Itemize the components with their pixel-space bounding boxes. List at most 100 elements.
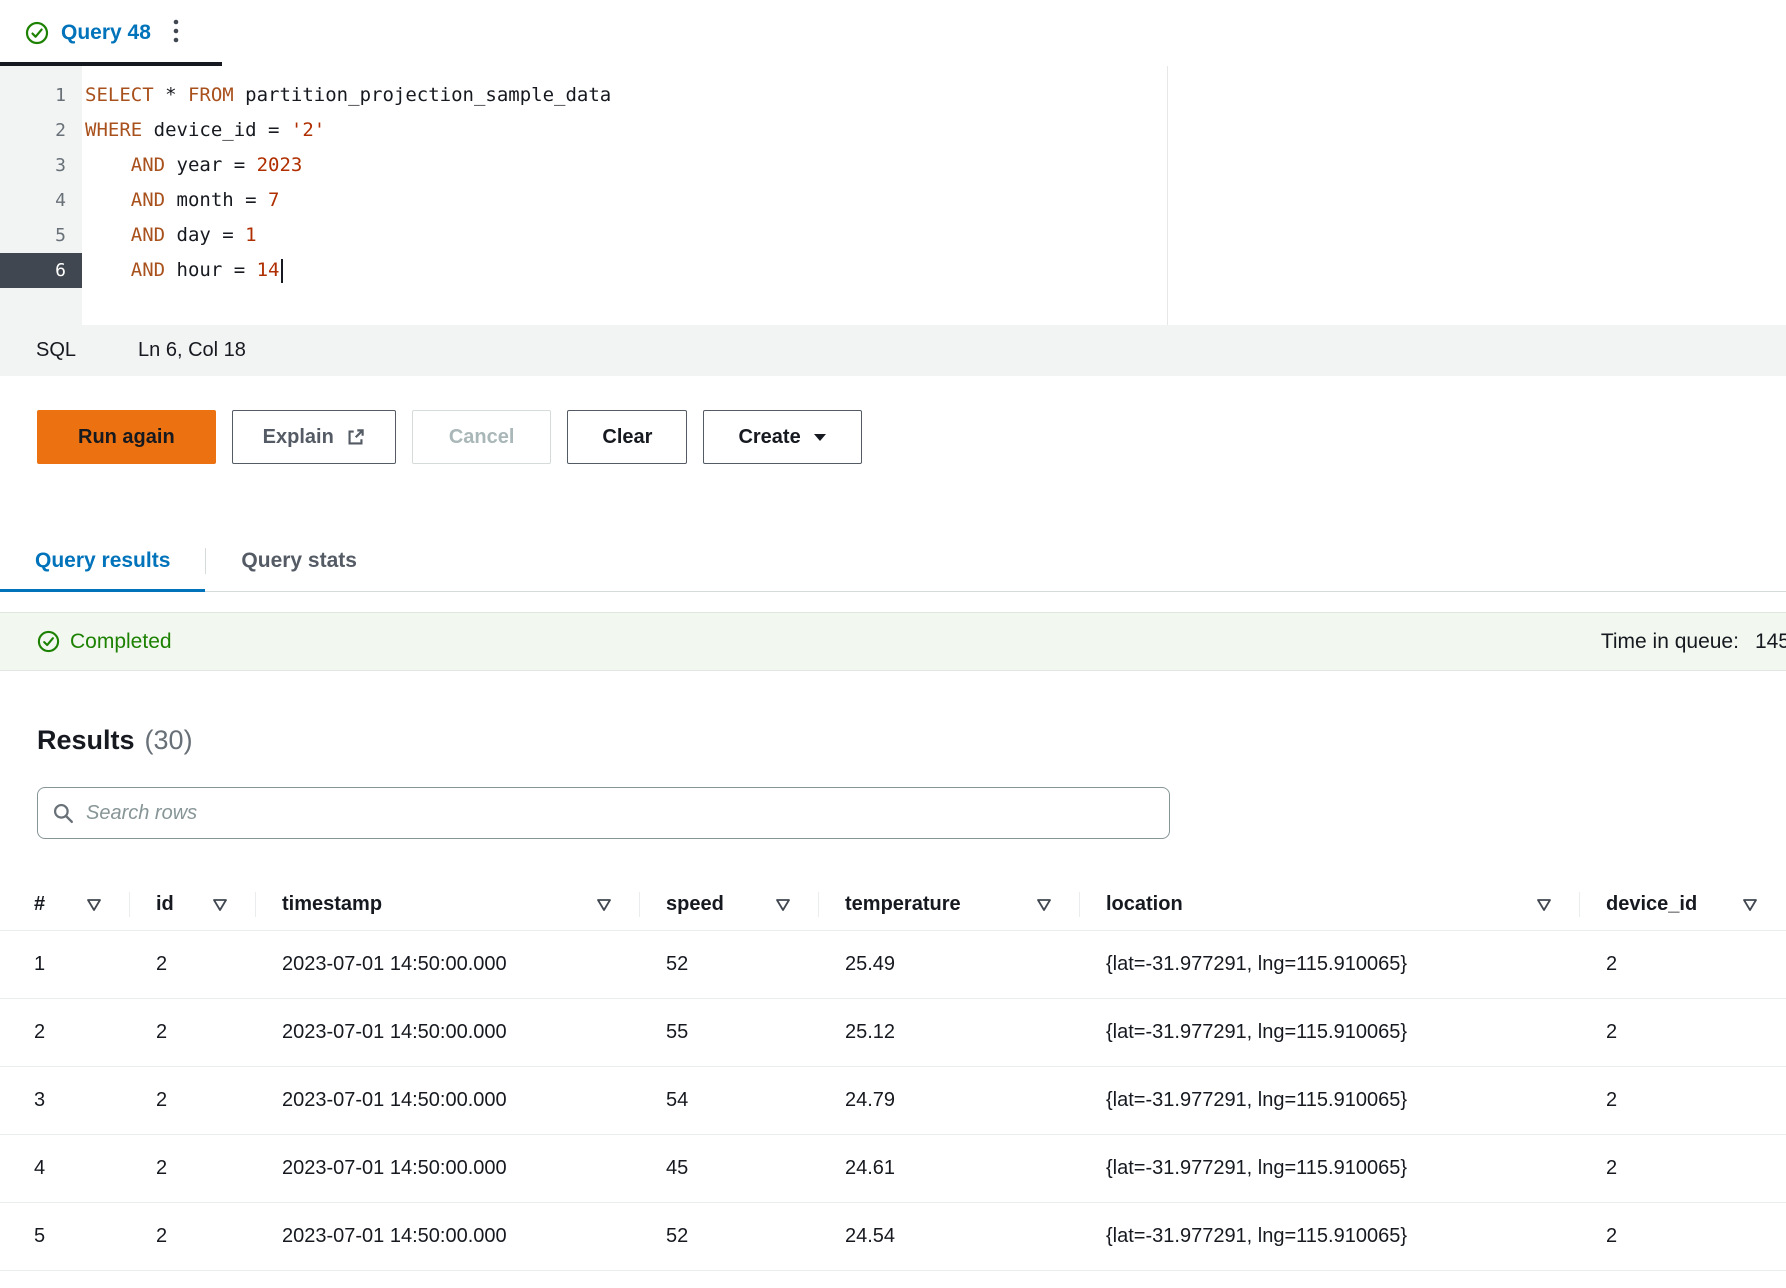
code-token: month =	[165, 189, 268, 211]
table-cell: 54	[640, 1067, 819, 1134]
column-header-speed: speed	[640, 879, 819, 930]
table-cell: {lat=-31.977291, lng=115.910065}	[1080, 999, 1580, 1066]
code-token: year =	[165, 154, 257, 176]
code-token: SELECT	[85, 84, 154, 106]
code-token: day =	[165, 224, 245, 246]
tab-query[interactable]: Query 48	[0, 0, 151, 66]
table-cell: 2	[1580, 931, 1786, 998]
results-tab-bar: Query results Query stats	[0, 530, 1786, 592]
query-toolbar: Run again Explain Cancel Clear Create	[0, 376, 1786, 530]
run-again-button[interactable]: Run again	[37, 410, 216, 464]
external-link-icon	[346, 428, 365, 447]
time-in-queue: Time in queue:145	[1601, 630, 1786, 654]
code-token	[85, 154, 131, 176]
code-token: AND	[131, 259, 165, 281]
code-token: AND	[131, 189, 165, 211]
table-cell: {lat=-31.977291, lng=115.910065}	[1080, 1203, 1580, 1270]
tab-query-results[interactable]: Query results	[0, 530, 205, 591]
filter-icon[interactable]	[86, 898, 102, 912]
table-cell: 2	[130, 1203, 256, 1270]
tab-menu-button[interactable]	[165, 0, 187, 66]
line-number: 1	[0, 78, 82, 113]
code-line: AND year = 2023	[85, 148, 1786, 183]
column-header-id: id	[130, 879, 256, 930]
line-number: 5	[0, 218, 82, 253]
table-cell: 52	[640, 931, 819, 998]
results-count: (30)	[145, 725, 193, 756]
table-row: 322023-07-01 14:50:00.0005424.79{lat=-31…	[0, 1067, 1786, 1135]
editor-status-bar: SQL Ln 6, Col 18	[0, 325, 1786, 376]
table-cell: {lat=-31.977291, lng=115.910065}	[1080, 1067, 1580, 1134]
code-token: 1	[245, 224, 256, 246]
table-cell: 25.12	[819, 999, 1080, 1066]
table-cell: 45	[640, 1135, 819, 1202]
table-cell: 2	[130, 1135, 256, 1202]
queue-value: 145	[1755, 630, 1786, 653]
query-tab-title: Query 48	[61, 21, 151, 45]
cancel-button[interactable]: Cancel	[412, 410, 552, 464]
column-label: location	[1106, 893, 1183, 916]
table-body: 122023-07-01 14:50:00.0005225.49{lat=-31…	[0, 931, 1786, 1271]
table-header-row: # id timestamp speed temperature location devi…	[0, 879, 1786, 931]
code-token: hour =	[165, 259, 257, 281]
code-line: AND day = 1	[85, 218, 1786, 253]
column-header-device_id: device_id	[1580, 879, 1786, 930]
results-table: # id timestamp speed temperature location devi…	[0, 879, 1786, 1271]
filter-icon[interactable]	[775, 898, 791, 912]
table-cell: 2	[1580, 1135, 1786, 1202]
table-cell: 2023-07-01 14:50:00.000	[256, 931, 640, 998]
table-cell: 24.61	[819, 1135, 1080, 1202]
table-cell: 52	[640, 1203, 819, 1270]
search-box	[37, 787, 1170, 839]
editor-language-label: SQL	[36, 339, 76, 362]
cursor-position-label: Ln 6, Col 18	[138, 339, 246, 362]
table-cell: {lat=-31.977291, lng=115.910065}	[1080, 931, 1580, 998]
explain-button[interactable]: Explain	[232, 410, 396, 464]
table-cell: 2023-07-01 14:50:00.000	[256, 1203, 640, 1270]
code-token: partition_projection_sample_data	[234, 84, 612, 106]
line-number: 6	[0, 253, 82, 288]
tab-query-stats[interactable]: Query stats	[206, 530, 392, 591]
line-number: 3	[0, 148, 82, 183]
create-button[interactable]: Create	[703, 410, 861, 464]
code-token: AND	[131, 154, 165, 176]
results-title: Results	[37, 725, 135, 756]
table-cell: 24.54	[819, 1203, 1080, 1270]
results-heading: Results (30)	[37, 725, 1786, 756]
column-label: device_id	[1606, 893, 1697, 916]
column-header-num: #	[0, 879, 130, 930]
create-button-label: Create	[738, 426, 800, 449]
table-cell: 25.49	[819, 931, 1080, 998]
filter-icon[interactable]	[596, 898, 612, 912]
filter-icon[interactable]	[212, 898, 228, 912]
table-cell: 5	[0, 1203, 130, 1270]
magnifier-icon	[52, 802, 74, 824]
column-label: speed	[666, 893, 724, 916]
code-token: *	[154, 84, 188, 106]
column-header-temperature: temperature	[819, 879, 1080, 930]
table-cell: 2023-07-01 14:50:00.000	[256, 1135, 640, 1202]
filter-icon[interactable]	[1036, 898, 1052, 912]
code-token: '2'	[291, 119, 325, 141]
table-cell: 4	[0, 1135, 130, 1202]
table-cell: 2	[130, 999, 256, 1066]
check-circle-icon	[37, 630, 60, 653]
vertical-dots-icon	[173, 18, 179, 49]
column-label: id	[156, 893, 174, 916]
code-token: device_id =	[142, 119, 291, 141]
code-token	[85, 259, 131, 281]
table-cell: 2	[1580, 1203, 1786, 1270]
filter-icon[interactable]	[1742, 898, 1758, 912]
column-label: #	[34, 893, 45, 916]
clear-button[interactable]: Clear	[567, 410, 687, 464]
editor-code[interactable]: SELECT * FROM partition_projection_sampl…	[82, 66, 1786, 325]
code-line: WHERE device_id = '2'	[85, 113, 1786, 148]
table-cell: 3	[0, 1067, 130, 1134]
table-cell: 2	[0, 999, 130, 1066]
explain-button-label: Explain	[263, 426, 334, 449]
column-label: timestamp	[282, 893, 382, 916]
filter-icon[interactable]	[1536, 898, 1552, 912]
search-rows-input[interactable]	[86, 802, 1155, 825]
table-cell: 2	[130, 1067, 256, 1134]
sql-editor[interactable]: 123456 SELECT * FROM partition_projectio…	[0, 66, 1786, 325]
